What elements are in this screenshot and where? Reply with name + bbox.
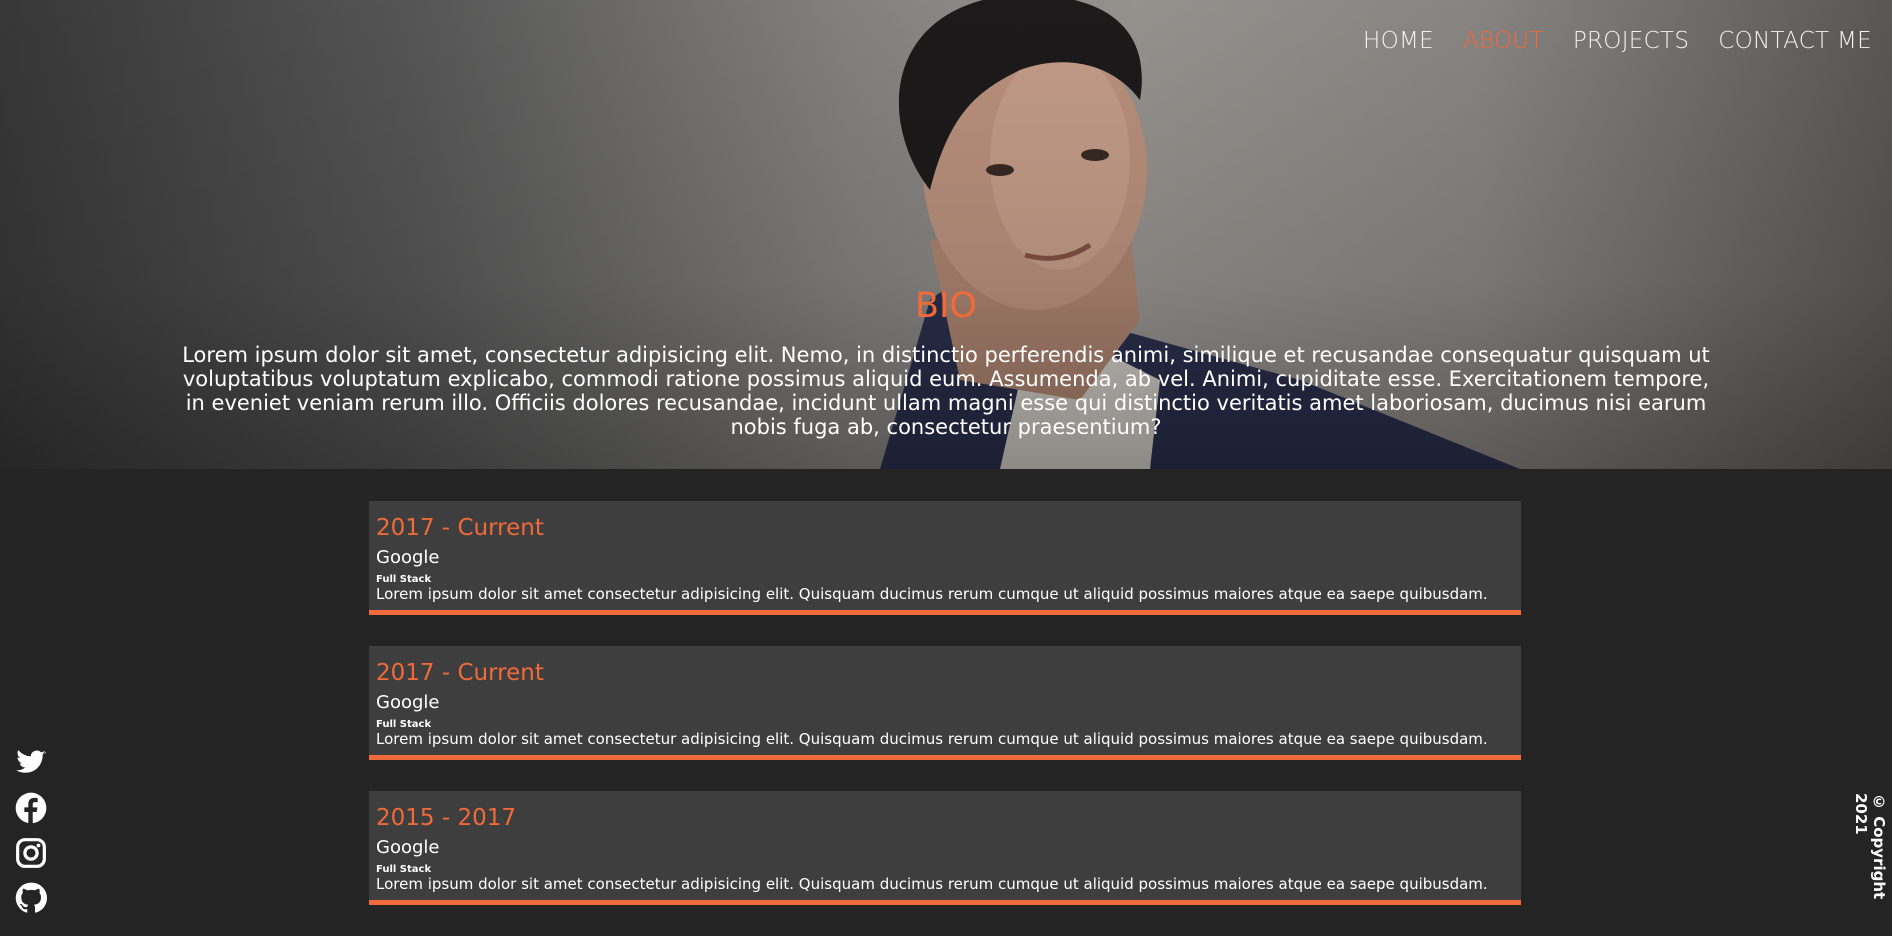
experience-role: Full Stack xyxy=(376,719,431,730)
github-icon[interactable] xyxy=(15,882,47,914)
twitter-icon[interactable] xyxy=(15,747,47,779)
social-links xyxy=(15,747,47,914)
experience-description: Lorem ipsum dolor sit amet consectetur a… xyxy=(376,875,1488,893)
experience-description: Lorem ipsum dolor sit amet consectetur a… xyxy=(376,585,1488,603)
experience-company: Google xyxy=(376,837,439,858)
experience-role: Full Stack xyxy=(376,574,431,585)
experience-timeline: 2017 - Current Google Full Stack Lorem i… xyxy=(369,501,1521,936)
experience-date: 2017 - Current xyxy=(376,515,544,541)
instagram-icon[interactable] xyxy=(15,837,47,869)
experience-company: Google xyxy=(376,692,439,713)
copyright-text: © Copyright 2021 xyxy=(1852,793,1888,935)
experience-role: Full Stack xyxy=(376,864,431,875)
nav-contact-link[interactable]: CONTACT ME xyxy=(1718,28,1872,54)
top-navigation: HOME ABOUT PROJECTS CONTACT ME xyxy=(1363,28,1872,54)
experience-entry: 2017 - Current Google Full Stack Lorem i… xyxy=(369,501,1521,615)
experience-description: Lorem ipsum dolor sit amet consectetur a… xyxy=(376,730,1488,748)
nav-home-link[interactable]: HOME xyxy=(1363,28,1434,54)
hero-section: HOME ABOUT PROJECTS CONTACT ME BIO Lorem… xyxy=(0,0,1892,469)
experience-date: 2015 - 2017 xyxy=(376,805,516,831)
experience-entry: 2015 - 2017 Google Full Stack Lorem ipsu… xyxy=(369,791,1521,905)
nav-projects-link[interactable]: PROJECTS xyxy=(1573,28,1689,54)
experience-company: Google xyxy=(376,547,439,568)
bio-text: Lorem ipsum dolor sit amet, consectetur … xyxy=(170,343,1722,439)
nav-about-link[interactable]: ABOUT xyxy=(1463,28,1544,54)
experience-entry: 2017 - Current Google Full Stack Lorem i… xyxy=(369,646,1521,760)
experience-date: 2017 - Current xyxy=(376,660,544,686)
bio-title: BIO xyxy=(0,286,1892,326)
facebook-icon[interactable] xyxy=(15,792,47,824)
